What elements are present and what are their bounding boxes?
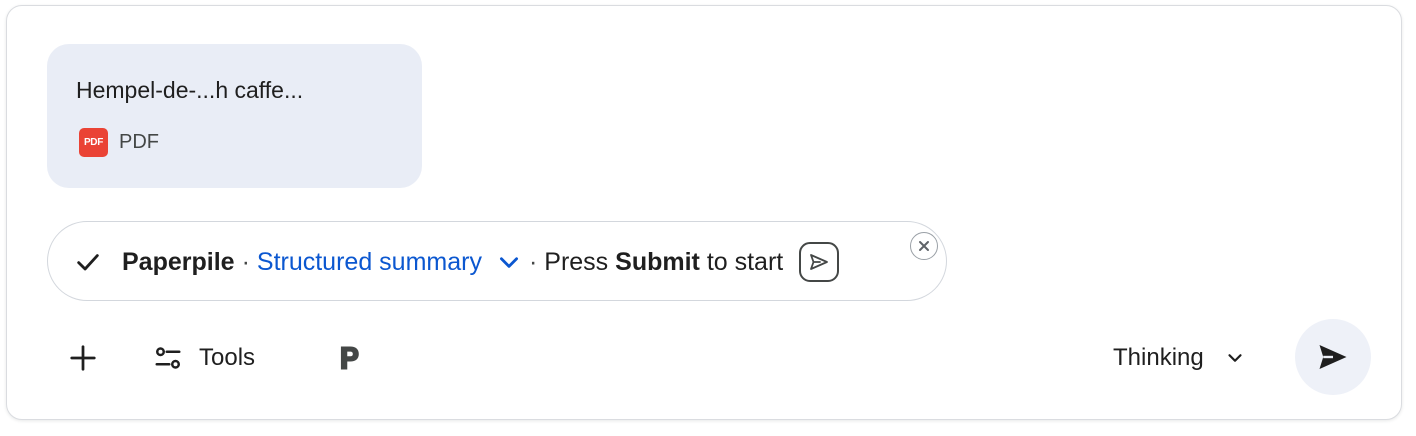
inline-submit-button[interactable] [799, 242, 840, 282]
chat-composer: Hempel-de-...h caffe... PDF PDF Paperpil… [6, 5, 1402, 420]
paperpile-logo-icon [340, 346, 359, 370]
attachment-name: Hempel-de-...h caffe... [76, 77, 304, 103]
task-pill-content: Paperpile · Structured summary · Press S… [74, 222, 840, 302]
submit-hint: Press Submit to start [544, 248, 783, 277]
chevron-down-icon [496, 249, 522, 275]
model-label: Thinking [1113, 344, 1204, 371]
attachment-type-label: PDF [119, 131, 159, 153]
send-icon [1319, 345, 1347, 369]
plus-icon [70, 345, 96, 371]
hint-suffix: to start [706, 247, 784, 276]
mode-dropdown[interactable]: Structured summary [257, 248, 522, 277]
tool-name: Paperpile [122, 247, 235, 276]
chevron-down-icon [1228, 354, 1242, 362]
task-pill: Paperpile · Structured summary · Press S… [47, 221, 947, 301]
hint-prefix: Press [544, 247, 609, 276]
separator-dot: · [241, 247, 250, 276]
check-icon [74, 248, 102, 276]
tools-label: Tools [199, 344, 256, 371]
sliders-icon [155, 347, 181, 369]
pdf-file-icon: PDF [79, 128, 108, 157]
tools-button[interactable]: Tools [153, 338, 255, 378]
attachment-card[interactable]: Hempel-de-...h caffe... PDF PDF [47, 44, 422, 188]
separator-dot: · [528, 247, 538, 276]
hint-bold: Submit [615, 247, 700, 276]
dismiss-button[interactable] [910, 232, 938, 260]
paper-plane-icon [810, 254, 829, 270]
send-button[interactable] [1295, 319, 1371, 395]
close-icon [919, 241, 929, 251]
mode-label: Structured summary [256, 247, 482, 276]
paperpile-button[interactable] [329, 338, 369, 378]
add-button[interactable] [63, 338, 103, 378]
model-selector[interactable]: Thinking [1113, 338, 1246, 378]
